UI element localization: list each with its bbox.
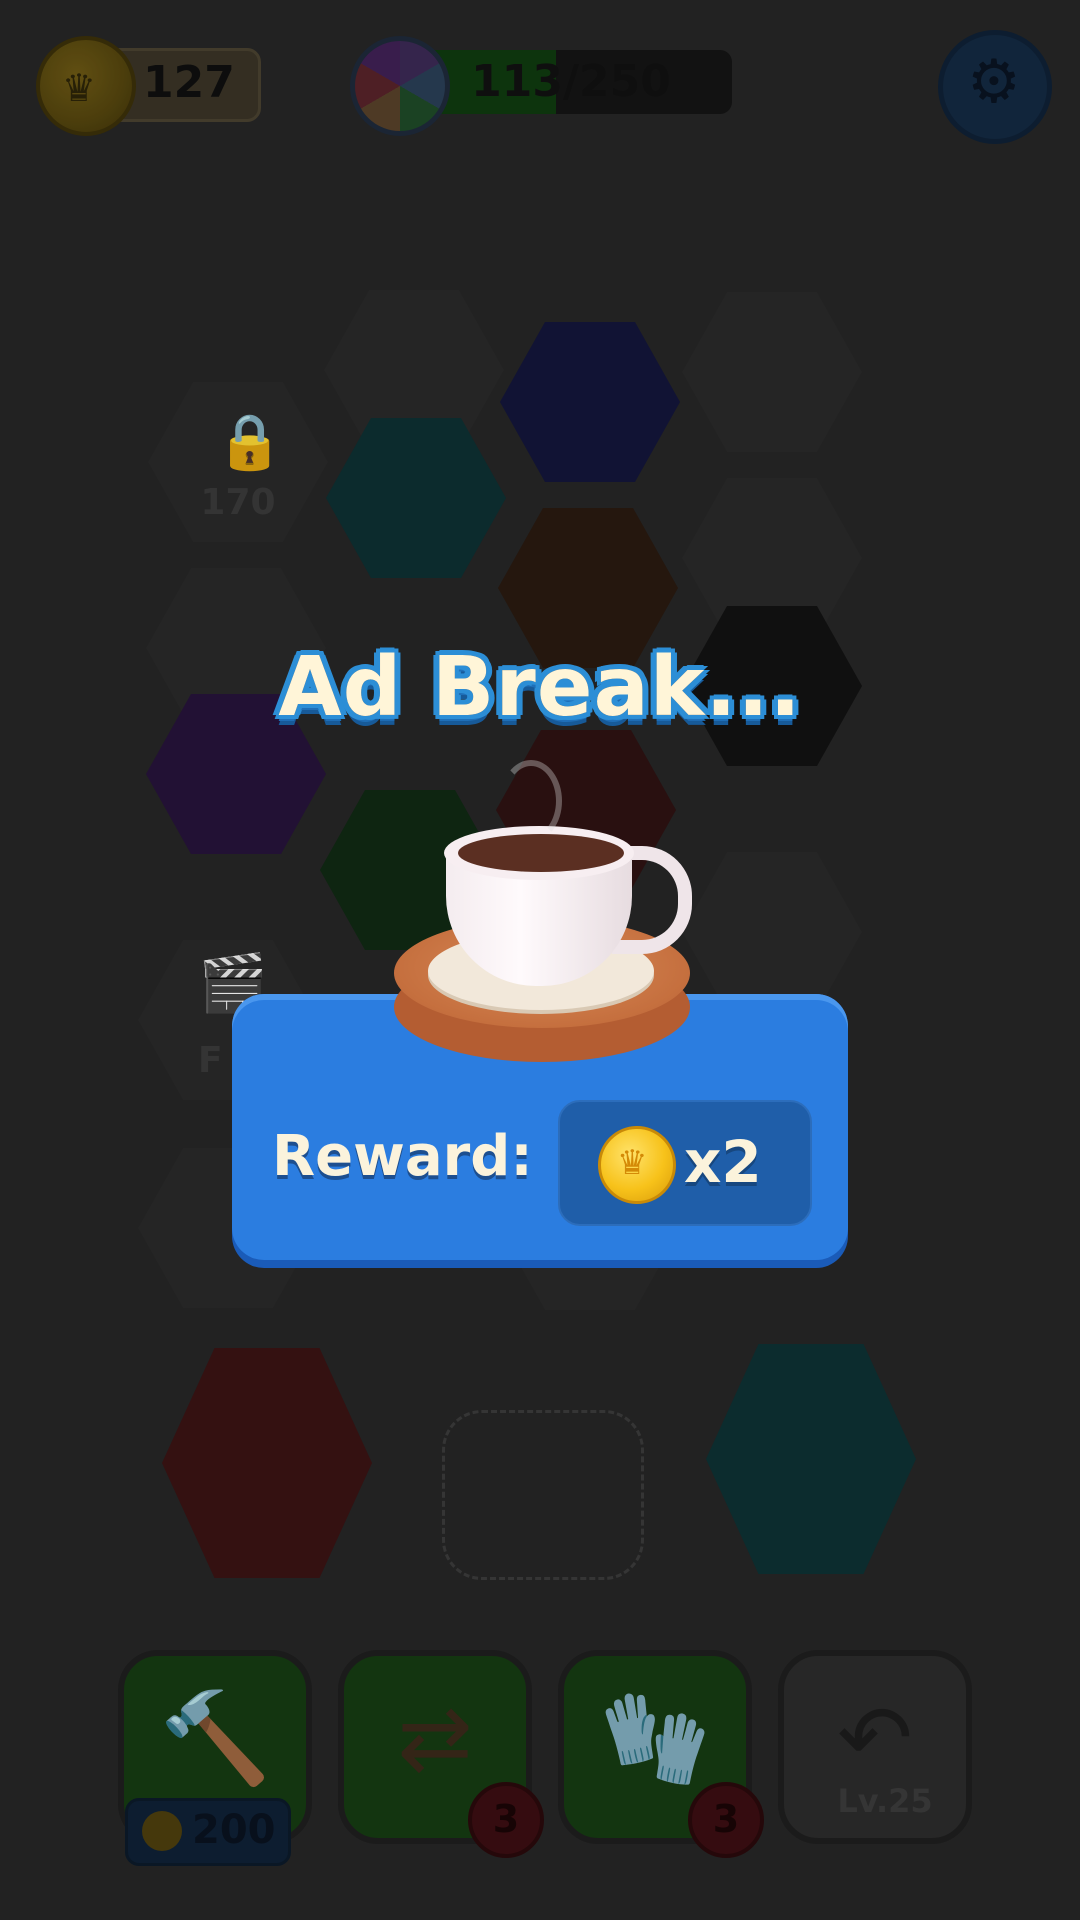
reward-multiplier: x2 [684,1128,762,1196]
coin-crown-icon: ♛ [598,1126,676,1204]
reward-label: Reward: [272,1124,533,1189]
ad-break-title: Ad Break... [278,640,802,735]
reward-box: ♛ x2 [558,1100,812,1226]
